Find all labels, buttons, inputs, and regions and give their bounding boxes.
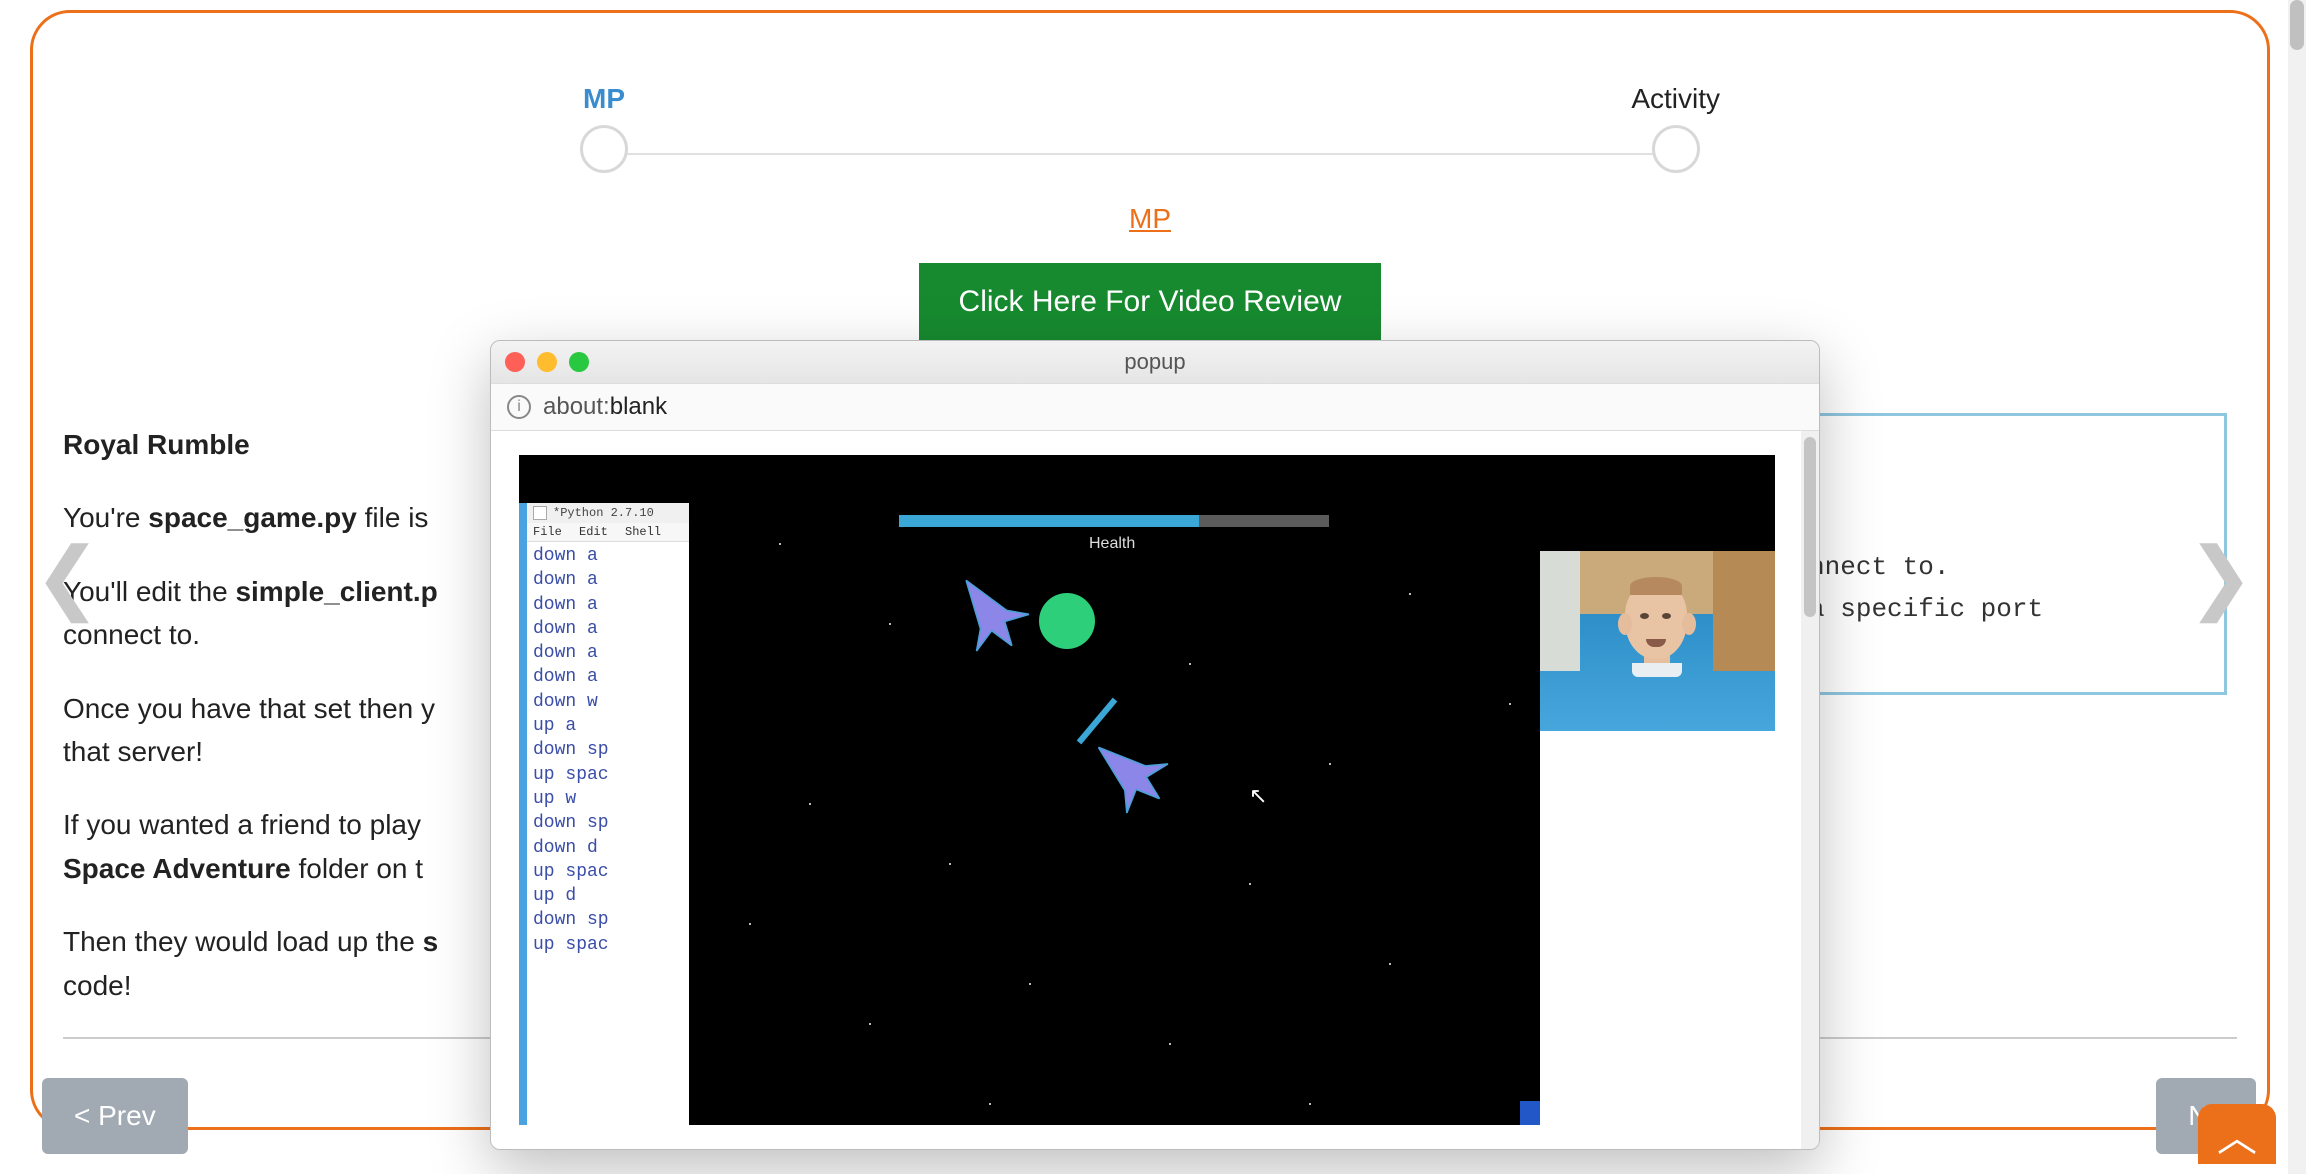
- pip-hair: [1630, 577, 1682, 595]
- step-mp-circle[interactable]: [580, 125, 628, 173]
- popup-scrollbar-thumb[interactable]: [1804, 437, 1816, 617]
- section-link-mp[interactable]: MP: [1129, 203, 1171, 234]
- menu-shell[interactable]: Shell: [625, 525, 661, 539]
- python-shell-output: down a down a down a down a down a down …: [527, 542, 689, 959]
- menu-file[interactable]: File: [533, 525, 562, 539]
- mouse-cursor-icon: ↖: [1249, 783, 1267, 809]
- pip-ear-left: [1618, 613, 1632, 635]
- video-review-button[interactable]: Click Here For Video Review: [919, 263, 1382, 341]
- popup-body: *Python 2.7.10 File Edit Shell down a do…: [491, 431, 1819, 1149]
- pip-eye-left: [1640, 613, 1649, 619]
- popup-title: popup: [491, 349, 1819, 375]
- nav-prev-chevron-icon[interactable]: ❮: [34, 530, 101, 623]
- step-activity[interactable]: Activity: [1631, 83, 1720, 173]
- side-white-panel: [1540, 731, 1775, 1125]
- spaceship-1: [933, 557, 1044, 668]
- pip-collar: [1632, 663, 1682, 677]
- menu-edit[interactable]: Edit: [579, 525, 608, 539]
- healthbar-fill: [899, 515, 1199, 527]
- page-scrollbar-thumb[interactable]: [2290, 0, 2304, 50]
- chevron-up-icon: ︿: [2217, 1105, 2257, 1163]
- popup-url-scheme: about:: [543, 393, 610, 421]
- popup-titlebar[interactable]: popup: [491, 341, 1819, 383]
- popup-url-path: blank: [610, 393, 667, 421]
- popup-scrollbar[interactable]: [1801, 431, 1819, 1149]
- python-shell-title: *Python 2.7.10: [553, 506, 654, 520]
- taskbar-fragment: [1520, 1101, 1540, 1125]
- game-viewport: Health ↖: [689, 503, 1775, 1125]
- health-label: Health: [1089, 535, 1135, 553]
- section-link-row: MP: [33, 203, 2267, 235]
- popup-window: popup i about:blank *Python 2.7.10 File …: [490, 340, 1820, 1150]
- python-shell-titlebar: *Python 2.7.10: [527, 503, 689, 523]
- pip-eye-right: [1662, 613, 1671, 619]
- step-mp[interactable]: MP: [580, 83, 628, 173]
- pip-ear-right: [1682, 613, 1696, 635]
- pip-door: [1713, 551, 1775, 671]
- nav-next-chevron-icon[interactable]: ❯: [2187, 530, 2254, 623]
- pip-wall: [1540, 551, 1580, 671]
- prev-button[interactable]: < Prev: [42, 1078, 188, 1154]
- python-file-icon: [533, 506, 547, 520]
- step-activity-circle[interactable]: [1652, 125, 1700, 173]
- stepper-line: [610, 153, 1690, 155]
- site-info-icon[interactable]: i: [507, 395, 531, 419]
- presenter-pip: [1540, 551, 1775, 731]
- page-scrollbar[interactable]: [2288, 0, 2306, 1174]
- popup-address-bar[interactable]: i about:blank: [491, 383, 1819, 431]
- python-shell-panel: *Python 2.7.10 File Edit Shell down a do…: [519, 503, 689, 1125]
- green-orb: [1039, 593, 1095, 649]
- python-shell-menu: File Edit Shell: [527, 523, 689, 542]
- video-player[interactable]: *Python 2.7.10 File Edit Shell down a do…: [519, 455, 1775, 1125]
- step-activity-label: Activity: [1631, 83, 1720, 115]
- scroll-to-top-button[interactable]: ︿: [2198, 1104, 2276, 1164]
- step-mp-label: MP: [580, 83, 628, 115]
